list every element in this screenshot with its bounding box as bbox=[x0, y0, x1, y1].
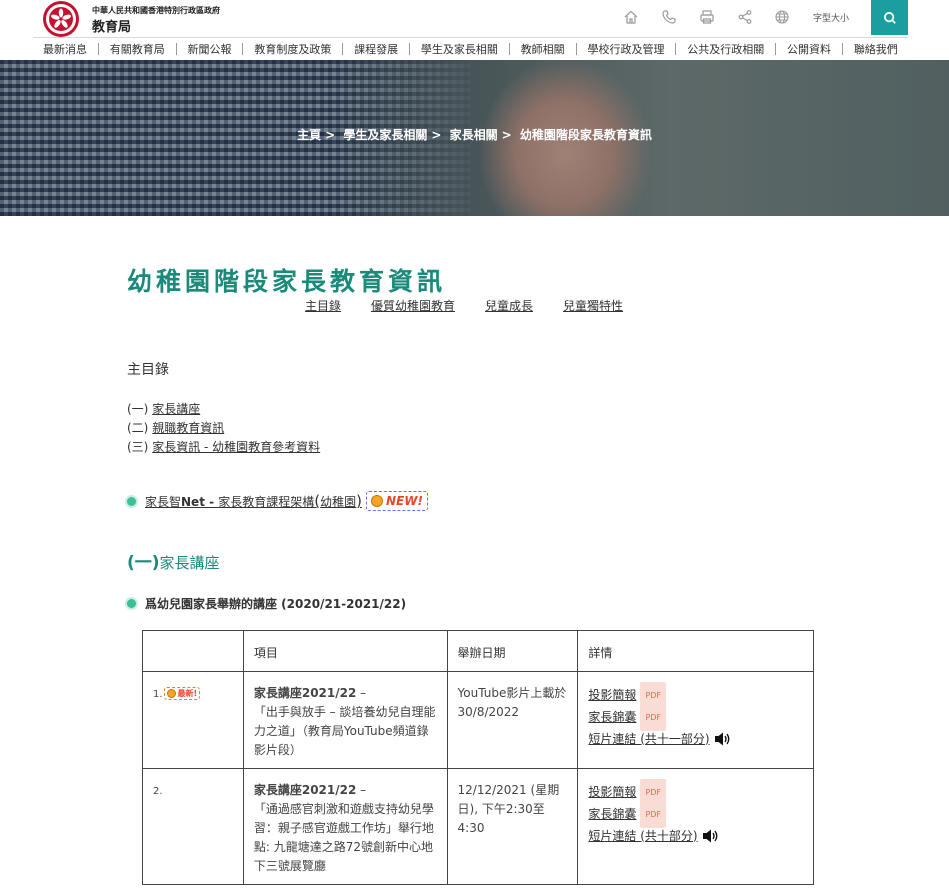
col-header-details: 詳情 bbox=[577, 630, 814, 672]
site-header: 中華人民共和國香港特別行政區政府 教育局 字型大小 最新消息 有關教育局 新聞公… bbox=[0, 0, 949, 60]
speaker-icon[interactable] bbox=[714, 731, 732, 747]
subsection-heading: 爲幼兒園家長舉辦的講座 (2020/21-2021/22) bbox=[127, 595, 406, 612]
pdf-icon[interactable]: PDF bbox=[640, 703, 667, 731]
nav-item-students-parents[interactable]: 學生及家長相關 bbox=[421, 41, 498, 57]
video-link[interactable]: 短片連結 (共十一部分) bbox=[588, 730, 709, 749]
nav-divider bbox=[342, 42, 344, 55]
featured-link[interactable]: 家長智Net - 家長教育課程架構(幼稚園) bbox=[145, 492, 362, 510]
toc-link-kg-reference[interactable]: 家長資訊 - 幼稚園教育參考資料 bbox=[152, 440, 320, 454]
toc-item: (二) 親職教育資訊 bbox=[127, 421, 225, 435]
bullet-icon bbox=[127, 496, 136, 506]
parent-talks-table: 項目 舉辦日期 詳情 1. 最新! 家長講座2021/22 – 「出手與放手 – 談… bbox=[142, 630, 814, 885]
nav-item-policy[interactable]: 教育制度及政策 bbox=[254, 41, 331, 57]
table-of-contents: (一) 家長講座 (二) 親職教育資訊 (三) 家長資訊 - 幼稚園教育參考資料 bbox=[127, 400, 320, 457]
search-icon bbox=[883, 11, 896, 24]
section-heading-parent-talks: (一)家長講座 bbox=[127, 553, 220, 573]
col-header-number bbox=[142, 630, 244, 672]
bullet-icon bbox=[127, 599, 136, 608]
nav-item-open-info[interactable]: 公開資料 bbox=[787, 41, 831, 57]
row-date-cell: YouTube影片上載於30/8/2022 bbox=[446, 671, 579, 769]
nav-item-news[interactable]: 最新消息 bbox=[43, 41, 87, 57]
pdf-icon[interactable]: PDF bbox=[640, 800, 667, 828]
toc-heading: 主目錄 bbox=[127, 362, 169, 378]
phone-icon[interactable] bbox=[660, 8, 678, 26]
home-icon[interactable] bbox=[622, 8, 640, 26]
new-badge-icon bbox=[371, 495, 384, 507]
slides-link[interactable]: 投影簡報 bbox=[588, 686, 636, 705]
table-row: 1. 最新! 家長講座2021/22 – 「出手與放手 – 談培養幼兒自理能力之道」… bbox=[142, 671, 814, 769]
subnav-child-growth[interactable]: 兒童成長 bbox=[485, 297, 533, 314]
nav-item-curriculum[interactable]: 課程發展 bbox=[354, 41, 398, 57]
subnav-main-index[interactable]: 主目錄 bbox=[305, 297, 341, 314]
nav-divider bbox=[508, 42, 510, 55]
page-title: 幼稚園階段家長教育資訊 bbox=[127, 267, 447, 296]
nav-divider bbox=[175, 42, 177, 55]
row-details-cell: 投影簡報 PDF 家長錦囊 PDF 短片連結 (共十部分) bbox=[577, 768, 814, 885]
row-number-cell: 2. bbox=[142, 768, 244, 885]
toc-item: (一) 家長講座 bbox=[127, 402, 201, 416]
slides-link[interactable]: 投影簡報 bbox=[588, 783, 636, 802]
latest-badge: 最新! bbox=[163, 687, 201, 700]
nav-divider bbox=[841, 42, 843, 55]
nav-item-press[interactable]: 新聞公報 bbox=[188, 41, 232, 57]
font-size-button[interactable]: 字型大小 bbox=[813, 11, 849, 24]
print-icon[interactable] bbox=[698, 8, 716, 26]
nav-divider bbox=[775, 42, 777, 55]
nav-divider bbox=[242, 42, 244, 55]
toc-link-parenting-info[interactable]: 親職教育資訊 bbox=[152, 421, 224, 435]
hksar-emblem-logo[interactable] bbox=[42, 0, 80, 38]
sub-navigation: 主目錄 優質幼稚園教育 兒童成長 兒童獨特性 bbox=[305, 297, 623, 314]
col-header-date: 舉辦日期 bbox=[446, 630, 579, 672]
nav-divider bbox=[409, 42, 411, 55]
breadcrumb-home[interactable]: 主頁 bbox=[297, 128, 321, 142]
subnav-child-uniqueness[interactable]: 兒童獨特性 bbox=[563, 297, 623, 314]
nav-divider bbox=[575, 42, 577, 55]
table-header-row: 項目 舉辦日期 詳情 bbox=[142, 630, 814, 672]
nav-item-about[interactable]: 有關教育局 bbox=[110, 41, 165, 57]
main-nav: 最新消息 有關教育局 新聞公報 教育制度及政策 課程發展 學生及家長相關 教師相… bbox=[33, 37, 908, 59]
video-link[interactable]: 短片連結 (共十部分) bbox=[588, 827, 697, 846]
latest-badge-icon bbox=[166, 689, 176, 698]
featured-link-row: 家長智Net - 家長教育課程架構(幼稚園) NEW! bbox=[127, 491, 428, 511]
nav-item-contact[interactable]: 聯絡我們 bbox=[854, 41, 898, 57]
table-row: 2. 家長講座2021/22 – 「通過感官刺激和遊戲支持幼兒學習：親子感官遊戲工… bbox=[142, 768, 814, 885]
hero-banner: 主頁 > 學生及家長相關 > 家長相關 > 幼稚園階段家長教育資訊 bbox=[0, 60, 949, 216]
search-button[interactable] bbox=[871, 0, 908, 35]
nav-item-public[interactable]: 公共及行政相關 bbox=[687, 41, 764, 57]
nav-item-teachers[interactable]: 教師相關 bbox=[521, 41, 565, 57]
breadcrumb-students-parents[interactable]: 學生及家長相關 bbox=[343, 128, 427, 142]
row-number-cell: 1. 最新! bbox=[142, 671, 244, 769]
breadcrumb: 主頁 > 學生及家長相關 > 家長相關 > 幼稚園階段家長教育資訊 bbox=[297, 128, 652, 142]
globe-icon[interactable] bbox=[773, 8, 791, 26]
breadcrumb-parents[interactable]: 家長相關 bbox=[450, 128, 498, 142]
nav-divider bbox=[675, 42, 677, 55]
row-item-cell: 家長講座2021/22 – 「出手與放手 – 談培養幼兒自理能力之道」（教育局Yo… bbox=[242, 671, 448, 769]
toc-item: (三) 家長資訊 - 幼稚園教育參考資料 bbox=[127, 440, 321, 454]
share-icon[interactable] bbox=[736, 8, 754, 26]
subnav-quality-kg[interactable]: 優質幼稚園教育 bbox=[371, 297, 455, 314]
row-date-cell: 12/12/2021 (星期日), 下午2:30至4:30 bbox=[446, 768, 579, 885]
parent-tips-link[interactable]: 家長錦囊 bbox=[588, 708, 636, 727]
col-header-item: 項目 bbox=[242, 630, 448, 672]
bureau-name: 教育局 bbox=[92, 20, 132, 35]
breadcrumb-current: 幼稚園階段家長教育資訊 bbox=[519, 128, 652, 142]
speaker-icon[interactable] bbox=[702, 828, 720, 844]
nav-divider bbox=[97, 42, 99, 55]
row-details-cell: 投影簡報 PDF 家長錦囊 PDF 短片連結 (共十一部分) bbox=[577, 671, 814, 769]
toc-link-parent-talks[interactable]: 家長講座 bbox=[152, 402, 200, 416]
nav-item-school-admin[interactable]: 學校行政及管理 bbox=[587, 41, 664, 57]
parent-tips-link[interactable]: 家長錦囊 bbox=[588, 805, 636, 824]
row-item-cell: 家長講座2021/22 – 「通過感官刺激和遊戲支持幼兒學習：親子感官遊戲工作坊」… bbox=[242, 768, 448, 885]
government-name: 中華人民共和國香港特別行政區政府 bbox=[92, 6, 220, 15]
new-badge: NEW! bbox=[366, 491, 428, 511]
